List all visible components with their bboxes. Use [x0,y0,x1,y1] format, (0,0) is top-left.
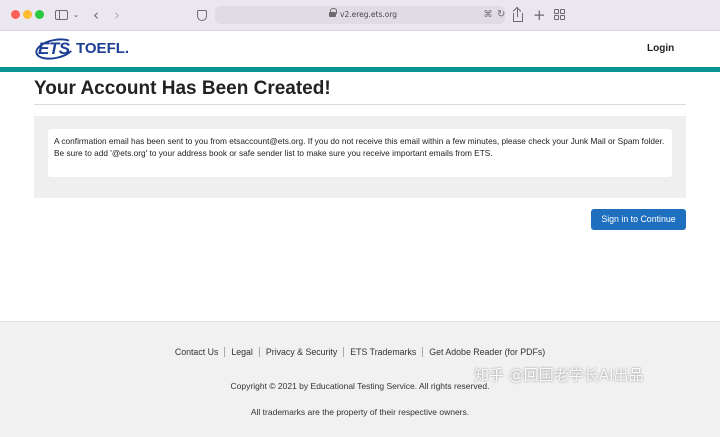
zoom-window-button[interactable] [35,10,44,19]
divider [34,104,686,105]
footer-link-ets-trademarks[interactable]: ETS Trademarks [343,347,423,357]
sign-in-button[interactable]: Sign in to Continue [591,209,686,230]
footer-link-legal[interactable]: Legal [224,347,259,357]
footer-link-privacy-security[interactable]: Privacy & Security [258,347,344,357]
confirmation-message: A confirmation email has been sent to yo… [54,136,665,158]
translate-icon[interactable]: ⌘ [481,8,495,22]
header-accent-bar [0,67,720,72]
logo-ets-text: ETS [38,39,70,58]
address-bar-url: v2.ereg.ets.org [340,10,398,19]
browser-toolbar: ⌄ ‹ › v2.ereg.ets.org ⌘ ↻ + [0,0,720,31]
confirmation-panel: A confirmation email has been sent to yo… [34,116,686,198]
shield-icon[interactable] [196,7,208,23]
reload-icon[interactable]: ↻ [497,8,507,22]
address-bar[interactable]: v2.ereg.ets.org ⌘ ↻ [215,6,505,24]
share-icon[interactable] [512,6,524,23]
trademarks-text: All trademarks are the property of their… [250,407,470,417]
plus-icon[interactable]: + [533,7,546,23]
lock-icon [329,8,337,18]
tab-overview-icon[interactable] [554,7,566,23]
page-title: Your Account Has Been Created! [34,78,331,99]
footer-link-contact-us[interactable]: Contact Us [169,347,225,357]
logo-toefl-text: TOEFL. [76,40,130,57]
close-window-button[interactable] [11,10,20,19]
forward-arrow-icon[interactable]: › [111,7,123,23]
footer-link-adobe-reader[interactable]: Get Adobe Reader (for PDFs) [422,347,552,357]
site-header: ETS TOEFL. Login [0,31,720,67]
chevron-down-icon[interactable]: ⌄ [72,7,80,23]
back-arrow-icon[interactable]: ‹ [90,7,102,23]
watermark: 知乎 @回国老学长AI出品 [474,366,644,384]
sidebar-icon[interactable] [55,7,69,23]
confirmation-message-box: A confirmation email has been sent to yo… [48,129,672,177]
footer-links: Contact Us Legal Privacy & Security ETS Tra… [0,347,720,357]
login-link[interactable]: Login [647,41,674,57]
minimize-window-button[interactable] [23,10,32,19]
